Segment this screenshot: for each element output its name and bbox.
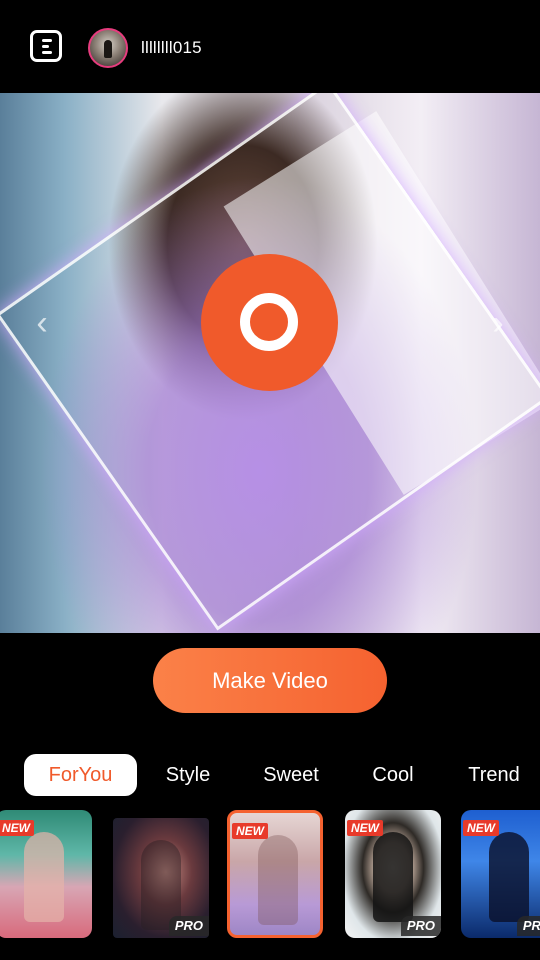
record-button[interactable] <box>201 254 338 391</box>
new-badge: NEW <box>463 820 499 836</box>
template-thumbnail[interactable]: NEW <box>0 810 92 938</box>
menu-list-icon[interactable] <box>30 30 62 62</box>
template-thumbnail[interactable]: NEW PRO <box>345 810 441 938</box>
make-video-button[interactable]: Make Video <box>153 648 387 713</box>
tab-style[interactable]: Style <box>154 754 222 796</box>
thumbnail-image <box>258 835 298 925</box>
chevron-left-icon[interactable]: ‹ <box>34 306 50 340</box>
template-thumbnail[interactable]: PRO <box>113 818 209 938</box>
thumbnail-image <box>489 832 529 922</box>
top-bar: llllllll015 <box>0 0 540 93</box>
tab-cool[interactable]: Cool <box>362 754 424 796</box>
category-tabs: ForYou Style Sweet Cool Trend <box>0 754 540 796</box>
new-badge: NEW <box>347 820 383 836</box>
avatar[interactable] <box>88 28 128 68</box>
thumbnail-image <box>373 832 413 922</box>
template-list: NEW PRO NEW NEW PRO NEW PRO <box>0 810 540 942</box>
tab-foryou[interactable]: ForYou <box>24 754 137 796</box>
new-badge: NEW <box>0 820 34 836</box>
pro-badge: PRO <box>516 916 540 936</box>
template-thumbnail[interactable]: NEW PRO <box>461 810 540 938</box>
pro-badge: PRO <box>168 916 209 936</box>
username[interactable]: llllllll015 <box>141 38 202 58</box>
thumbnail-image <box>24 832 64 922</box>
tab-trend[interactable]: Trend <box>460 754 528 796</box>
video-preview[interactable]: ‹ › <box>0 93 540 633</box>
pro-badge: PRO <box>400 916 441 936</box>
chevron-right-icon[interactable]: › <box>490 306 506 340</box>
new-badge: NEW <box>232 823 268 839</box>
tab-sweet[interactable]: Sweet <box>254 754 328 796</box>
template-thumbnail-selected[interactable]: NEW <box>227 810 323 938</box>
